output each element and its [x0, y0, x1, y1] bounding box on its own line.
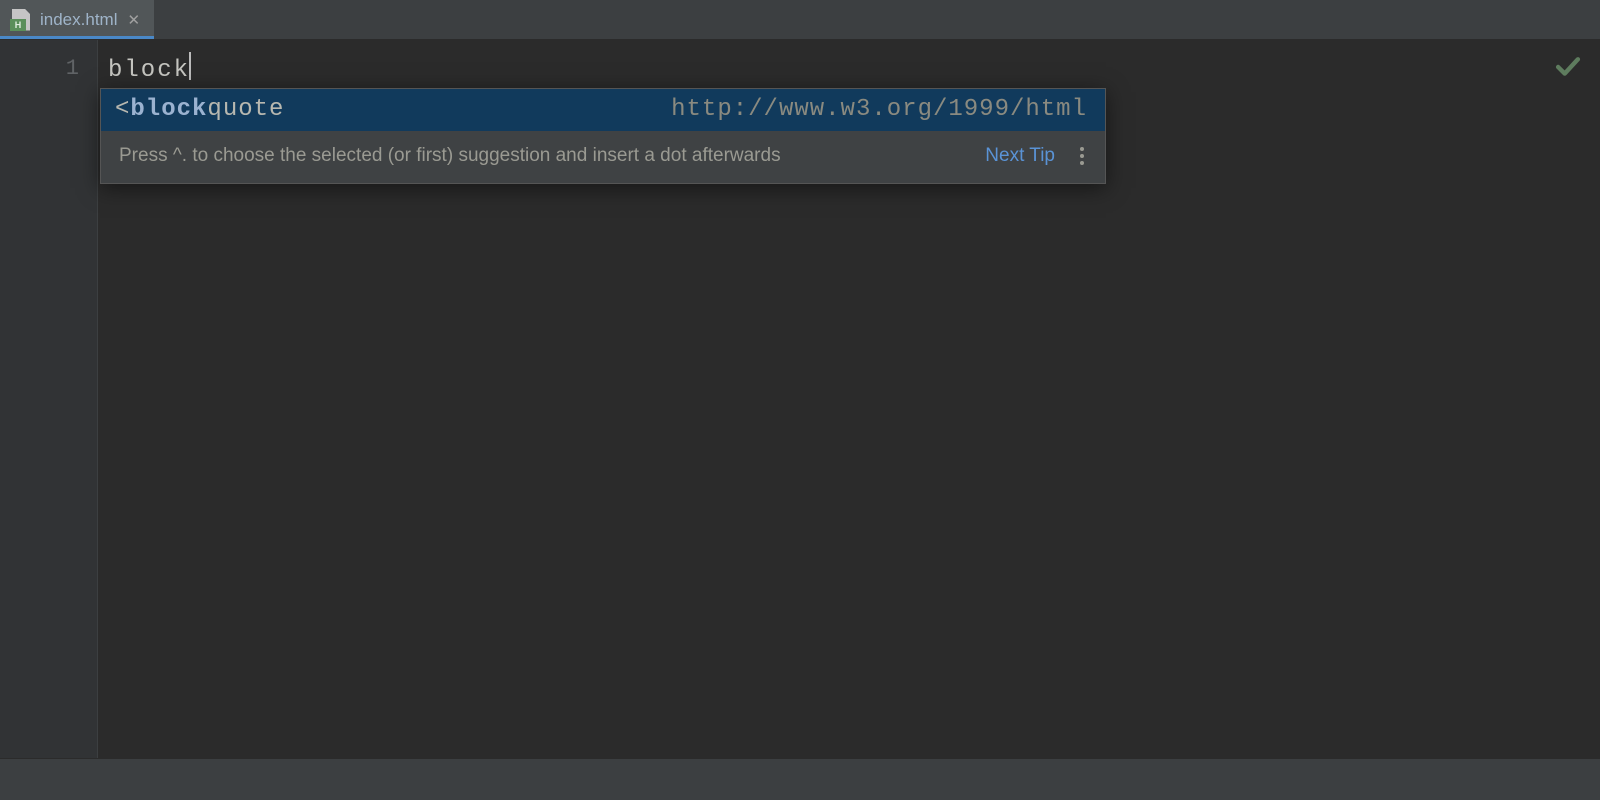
autocomplete-footer: Press ^. to choose the selected (or firs…: [101, 131, 1105, 183]
more-options-icon[interactable]: [1073, 147, 1091, 165]
suggestion-text: <blockquote: [115, 93, 284, 127]
line-number: 1: [0, 52, 79, 86]
inspection-status-check-icon[interactable]: [1554, 56, 1582, 90]
code-text: block: [108, 54, 190, 88]
suggestion-namespace: http://www.w3.org/1999/html: [671, 93, 1087, 127]
autocomplete-item-blockquote[interactable]: <blockquote http://www.w3.org/1999/html: [101, 89, 1105, 131]
code-area[interactable]: block <blockquote http://www.w3.org/1999…: [98, 40, 1600, 758]
tab-index-html[interactable]: H index.html ✕: [0, 0, 154, 39]
autocomplete-hint: Press ^. to choose the selected (or firs…: [119, 139, 985, 173]
next-tip-link[interactable]: Next Tip: [985, 139, 1055, 173]
tab-bar: H index.html ✕: [0, 0, 1600, 40]
tab-label: index.html: [40, 10, 117, 30]
status-bar: [0, 758, 1600, 800]
html-file-icon: H: [10, 9, 32, 31]
close-icon[interactable]: ✕: [125, 11, 142, 29]
editor-area: 1 block <blockquote http://www.w3.org/19…: [0, 40, 1600, 758]
line-gutter: 1: [0, 40, 98, 758]
autocomplete-popup: <blockquote http://www.w3.org/1999/html …: [100, 88, 1106, 184]
